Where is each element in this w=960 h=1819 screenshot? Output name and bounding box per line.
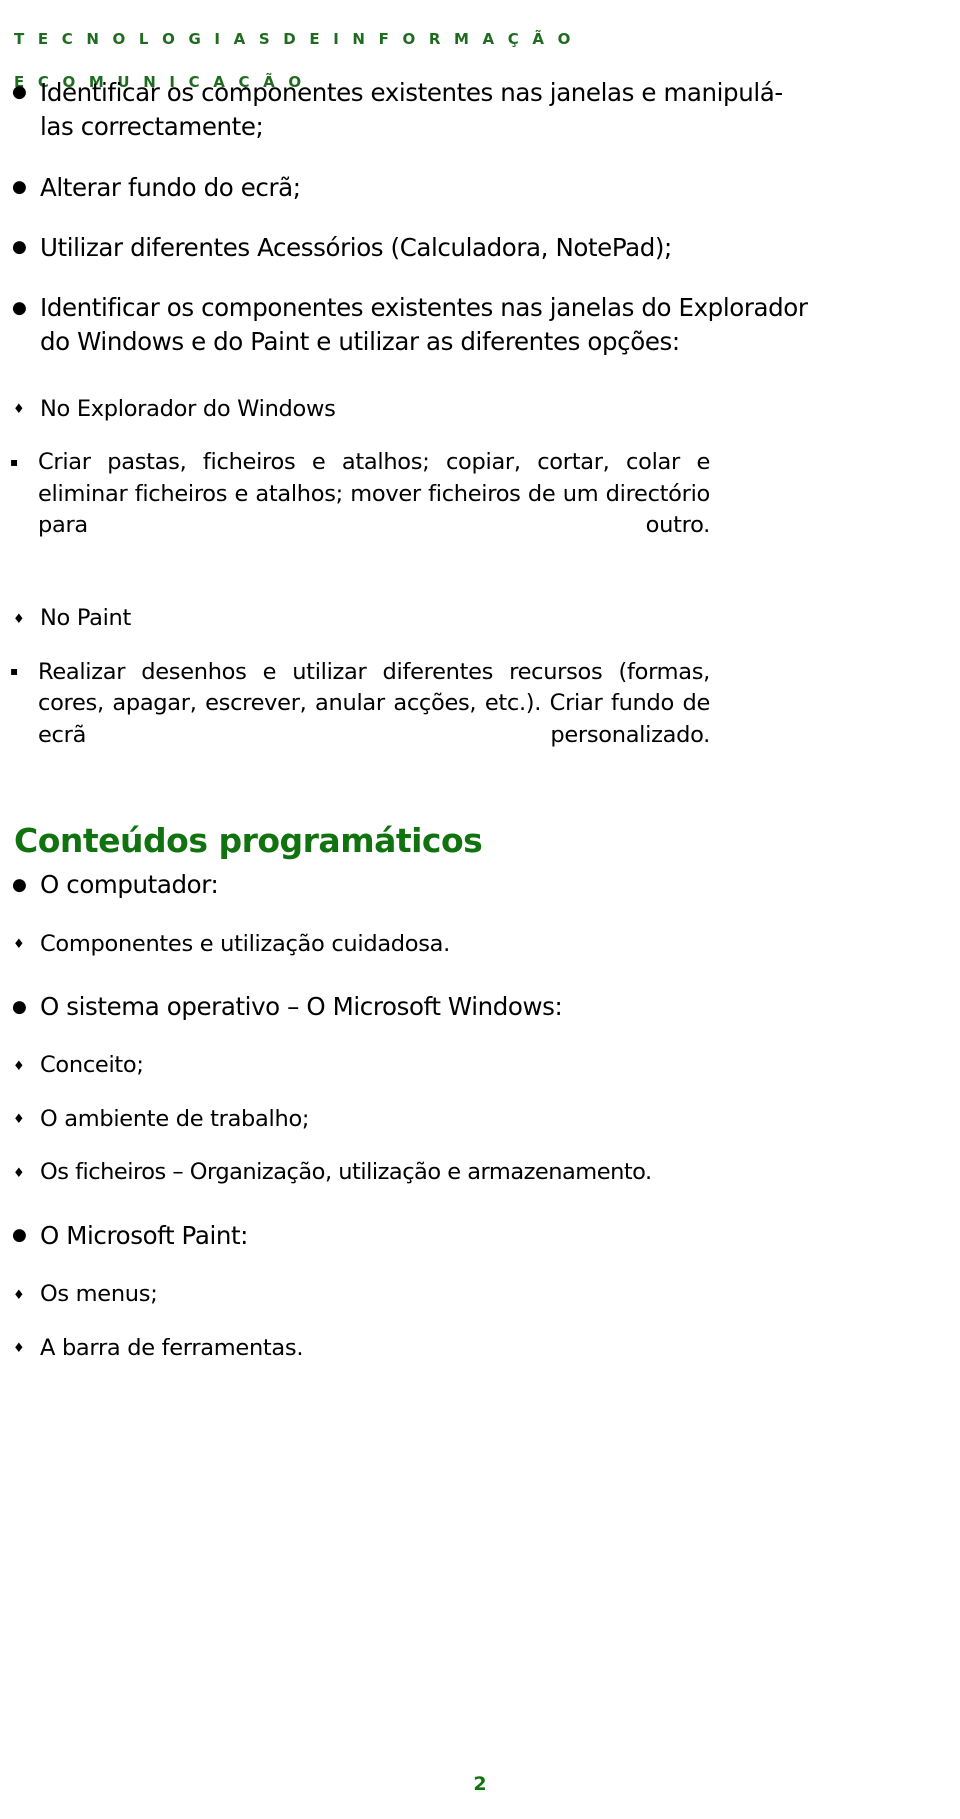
- list-item: ♦ Os ficheiros – Organização, utilização…: [0, 1157, 690, 1189]
- paint-group: ♦ No Paint: [0, 603, 752, 635]
- bullet-disc-icon: ●: [12, 176, 27, 197]
- bullet-disc-icon: ●: [12, 237, 27, 258]
- bullet-diamond-icon: ♦: [13, 1058, 25, 1074]
- conteudos-group-computador: ● O computador:: [0, 868, 816, 902]
- group-label-text: O sistema operativo – O Microsoft Window…: [40, 992, 563, 1022]
- list-item-text: Conceito;: [40, 1052, 144, 1079]
- group-label-text: O computador:: [40, 870, 219, 900]
- bullet-square-icon: ▪: [10, 454, 18, 469]
- conteudos-items-sistema-operativo: ♦ Conceito; ♦ O ambiente de trabalho; ♦ …: [0, 1050, 690, 1189]
- detail-list-item: ▪ Realizar desenhos e utilizar diferente…: [0, 657, 710, 783]
- header-line-1: T E C N O L O G I A S D E I N F O R M A …: [14, 30, 575, 49]
- conteudos-group-paint: ● O Microsoft Paint:: [0, 1219, 816, 1253]
- group-label-text: O Microsoft Paint:: [40, 1220, 249, 1250]
- list-item-text: O ambiente de trabalho;: [40, 1105, 310, 1132]
- sub-list-item-label: No Explorador do Windows: [40, 395, 336, 422]
- bullet-diamond-icon: ♦: [13, 937, 25, 953]
- bullet-diamond-icon: ♦: [13, 1112, 25, 1128]
- conteudos-items-computador: ♦ Componentes e utilização cuidadosa.: [0, 929, 690, 961]
- bullet-disc-icon: ●: [12, 82, 27, 103]
- list-item-text: Identificar os componentes existentes na…: [40, 293, 808, 357]
- list-item-text: Alterar fundo do ecrã;: [40, 172, 301, 202]
- detail-list-item: ▪ Criar pastas, ficheiros e atalhos; cop…: [0, 447, 710, 573]
- explorador-detail-list: ▪ Criar pastas, ficheiros e atalhos; cop…: [0, 447, 710, 573]
- sub-list-item-label: No Paint: [40, 605, 132, 632]
- list-item: ● Utilizar diferentes Acessórios (Calcul…: [0, 231, 816, 265]
- list-item: ● Alterar fundo do ecrã;: [0, 171, 816, 205]
- bullet-diamond-icon: ♦: [13, 1341, 25, 1357]
- detail-list-item-text: Realizar desenhos e utilizar diferentes …: [38, 658, 710, 748]
- bullet-diamond-icon: ♦: [13, 402, 25, 418]
- list-item: ♦ Conceito;: [0, 1050, 690, 1082]
- bullet-square-icon: ▪: [10, 664, 18, 679]
- document-page: T E C N O L O G I A S D E I N F O R M A …: [0, 0, 960, 1819]
- objectives-list: ● Identificar os componentes existentes …: [0, 76, 816, 360]
- list-item-text: Os menus;: [40, 1281, 158, 1308]
- page-number: 2: [473, 1773, 487, 1795]
- list-item: ● Identificar os componentes existentes …: [0, 76, 816, 145]
- detail-list-item-text: Criar pastas, ficheiros e atalhos; copia…: [38, 449, 710, 539]
- group-label: ● O sistema operativo – O Microsoft Wind…: [0, 990, 816, 1024]
- sub-list-item-explorador: ♦ No Explorador do Windows: [0, 394, 752, 426]
- list-item-text: A barra de ferramentas.: [40, 1334, 304, 1361]
- list-item: ♦ A barra de ferramentas.: [0, 1333, 690, 1365]
- conteudos-group-sistema-operativo: ● O sistema operativo – O Microsoft Wind…: [0, 990, 816, 1024]
- list-item-text: Componentes e utilização cuidadosa.: [40, 930, 451, 957]
- group-label: ● O Microsoft Paint:: [0, 1219, 816, 1253]
- explorador-group: ♦ No Explorador do Windows: [0, 394, 752, 426]
- bullet-disc-icon: ●: [12, 996, 27, 1017]
- list-item-text: Os ficheiros – Organização, utilização e…: [40, 1159, 652, 1186]
- list-item-text: Identificar os componentes existentes na…: [40, 78, 783, 142]
- list-item: ♦ O ambiente de trabalho;: [0, 1104, 690, 1136]
- sub-list-item-paint: ♦ No Paint: [0, 603, 752, 635]
- conteudos-items-paint: ♦ Os menus; ♦ A barra de ferramentas.: [0, 1279, 690, 1364]
- bullet-disc-icon: ●: [12, 1225, 27, 1246]
- bullet-disc-icon: ●: [12, 297, 27, 318]
- bullet-disc-icon: ●: [12, 874, 27, 895]
- document-body: ● Identificar os componentes existentes …: [0, 76, 960, 1386]
- bullet-diamond-icon: ♦: [13, 1287, 25, 1303]
- list-item: ● Identificar os componentes existentes …: [0, 291, 816, 360]
- list-item: ♦ Componentes e utilização cuidadosa.: [0, 929, 690, 961]
- list-item: ♦ Os menus;: [0, 1279, 690, 1311]
- section-title-conteudos: Conteúdos programáticos: [14, 820, 483, 860]
- group-label: ● O computador:: [0, 868, 816, 902]
- paint-detail-list: ▪ Realizar desenhos e utilizar diferente…: [0, 657, 710, 783]
- bullet-diamond-icon: ♦: [13, 1165, 25, 1181]
- list-item-text: Utilizar diferentes Acessórios (Calculad…: [40, 232, 672, 262]
- bullet-diamond-icon: ♦: [13, 611, 25, 627]
